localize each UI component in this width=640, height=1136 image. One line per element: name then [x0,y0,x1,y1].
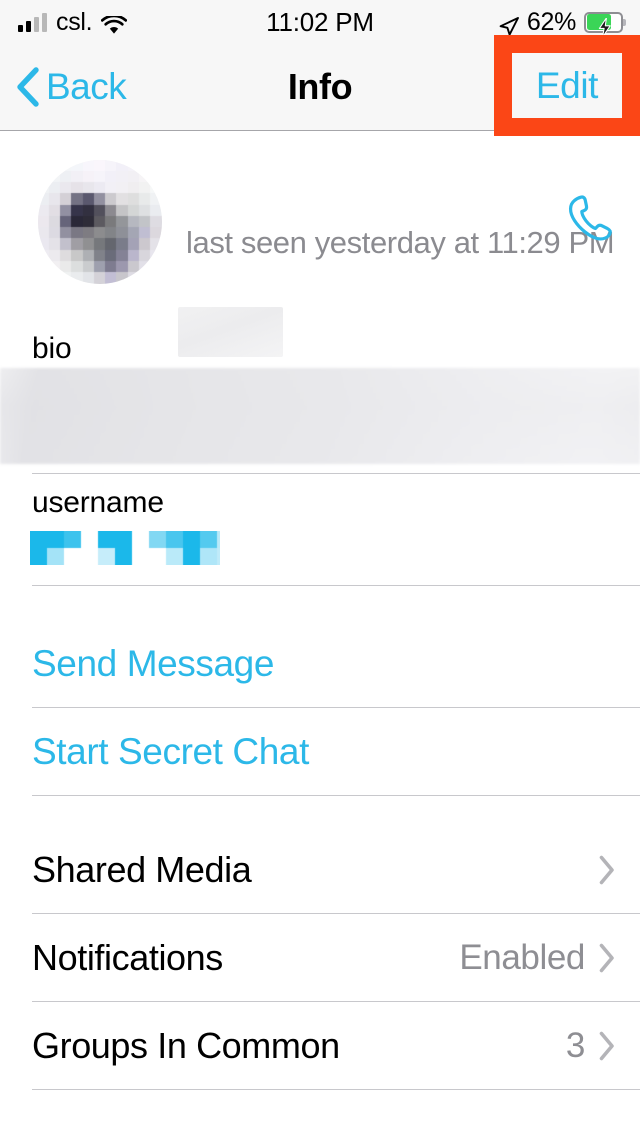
start-secret-chat-label: Start Secret Chat [32,731,309,772]
chevron-right-icon [599,943,616,973]
battery-percent-label: 62% [526,7,576,36]
send-message-label: Send Message [32,643,275,684]
last-seen-label: last seen yesterday at 11:29 PM [186,225,615,260]
username-label: username [32,486,164,519]
separator [32,585,640,586]
edit-button-label: Edit [535,64,599,106]
content-area: last seen yesterday at 11:29 PM bio user… [0,132,640,1090]
notifications-accessory: Enabled [459,938,616,978]
status-bar-right: 62% [499,7,626,38]
edit-button-highlight: Edit [494,35,640,136]
groups-in-common-accessory: 3 [566,1026,616,1066]
bio-value-redacted [0,368,640,464]
chevron-right-icon [599,855,616,885]
groups-in-common-row[interactable]: Groups In Common 3 [0,1002,640,1090]
send-message-row[interactable]: Send Message [0,620,640,708]
notifications-row[interactable]: Notifications Enabled [0,914,640,1002]
profile-header: last seen yesterday at 11:29 PM [0,132,640,357]
navigation-bar: Back Info Edit [0,35,640,136]
shared-media-accessory [585,855,616,885]
chevron-right-icon [599,1031,616,1061]
username-field: username [0,474,640,586]
notifications-value: Enabled [459,938,585,977]
avatar[interactable] [38,160,162,284]
battery-charging-icon [584,11,626,38]
groups-in-common-value: 3 [565,1026,585,1065]
phone-screen: csl. 11:02 PM 62% Back Info Edit last se… [0,0,640,1136]
location-arrow-icon [499,12,519,36]
start-secret-chat-row[interactable]: Start Secret Chat [0,708,640,796]
shared-media-row[interactable]: Shared Media [0,826,640,914]
groups-in-common-label: Groups In Common [32,1025,340,1066]
username-value-redacted [30,531,220,565]
shared-media-label: Shared Media [32,849,252,890]
separator [32,795,640,796]
notifications-label: Notifications [32,937,223,978]
phone-call-icon[interactable] [562,192,618,248]
edit-button[interactable]: Edit [512,53,622,118]
separator [32,1089,640,1090]
bio-field: bio [0,322,640,474]
bio-label: bio [32,332,72,365]
